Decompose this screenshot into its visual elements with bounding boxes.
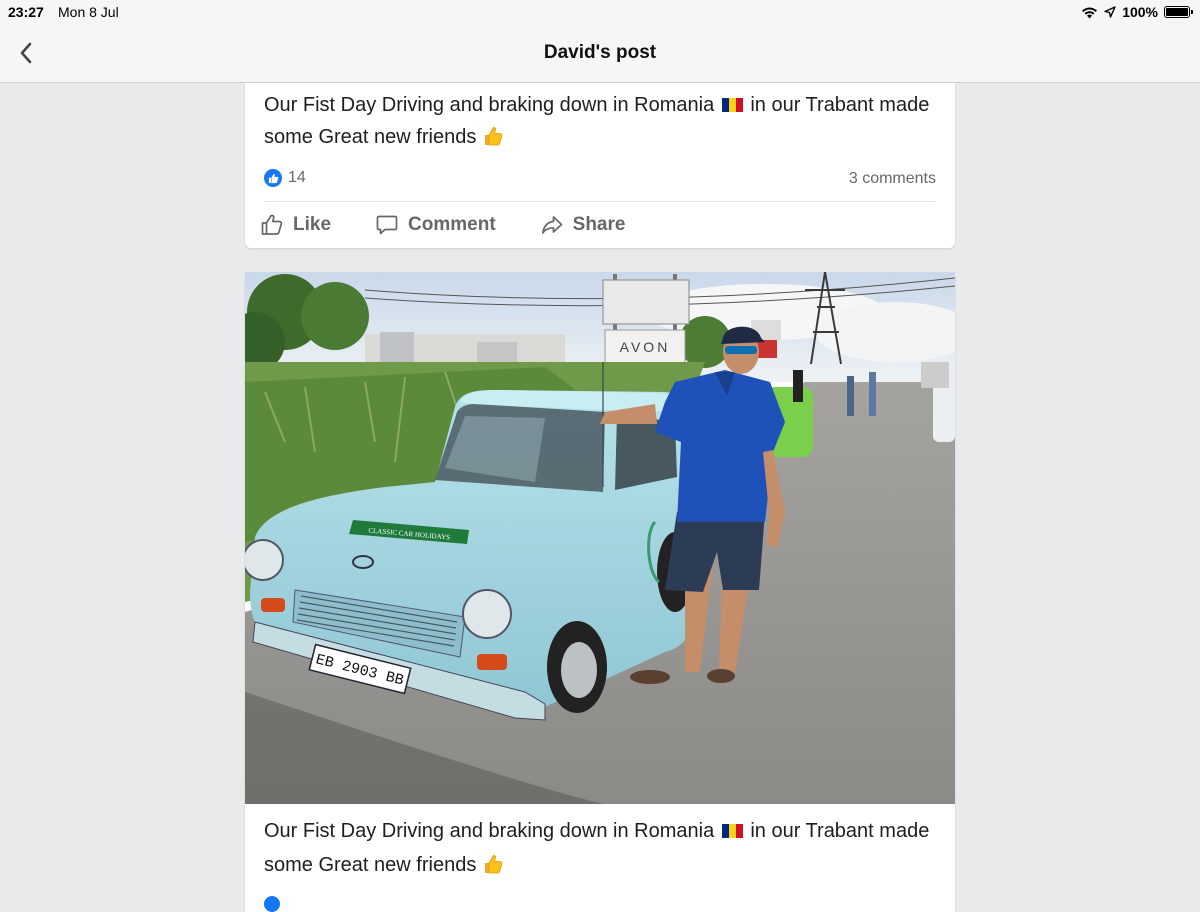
sign-text: AVON [620,339,671,355]
post-text-part: Our Fist Day Driving and braking down in… [264,94,715,116]
status-date: Mon 8 Jul [58,4,119,20]
like-reaction-icon [264,896,280,912]
battery-percent: 100% [1122,4,1158,20]
reactions-summary[interactable]: 14 [264,169,306,187]
like-button[interactable]: Like [260,213,331,237]
comment-bubble-icon [376,215,398,235]
photo-illustration: AVON CLASSIC CAR HOLIDAYS EB 2903 BB [245,272,955,804]
post-text: Our Fist Day Driving and braking down in… [264,814,936,882]
navigation-bar: David's post [0,24,1200,83]
post-actions: Like Comment Share [260,213,669,237]
thumbs-up-icon [482,848,504,882]
thumbs-up-icon [482,121,504,153]
comments-count[interactable]: 3 comments [849,170,936,188]
romania-flag-icon [721,815,743,838]
post-card: AVON CLASSIC CAR HOLIDAYS EB 2903 BB Our… [245,272,955,912]
post-card: Our Fist Day Driving and braking down in… [245,83,955,248]
comment-button[interactable]: Comment [375,213,496,237]
post-text-part: Our Fist Day Driving and braking down in… [264,820,715,842]
status-indicators: 100% [1081,4,1193,20]
thumbs-up-outline-icon [261,214,283,235]
wifi-icon [1082,7,1098,18]
like-label: Like [293,214,332,235]
post-text: Our Fist Day Driving and braking down in… [264,89,936,153]
comment-label: Comment [408,214,496,235]
likes-count: 14 [288,169,306,186]
share-button[interactable]: Share [540,213,626,237]
location-arrow-icon [1104,6,1116,18]
share-label: Share [572,214,626,235]
page-title: David's post [543,42,657,63]
romania-flag-icon [721,90,743,112]
like-reaction-icon [264,169,282,187]
battery-icon [1164,6,1193,18]
status-bar: 23:27 Mon 8 Jul 100% [0,0,1200,24]
share-arrow-icon [541,216,563,234]
status-time: 23:27 [8,4,44,20]
post-photo[interactable]: AVON CLASSIC CAR HOLIDAYS EB 2903 BB [245,272,955,804]
divider [264,201,936,202]
